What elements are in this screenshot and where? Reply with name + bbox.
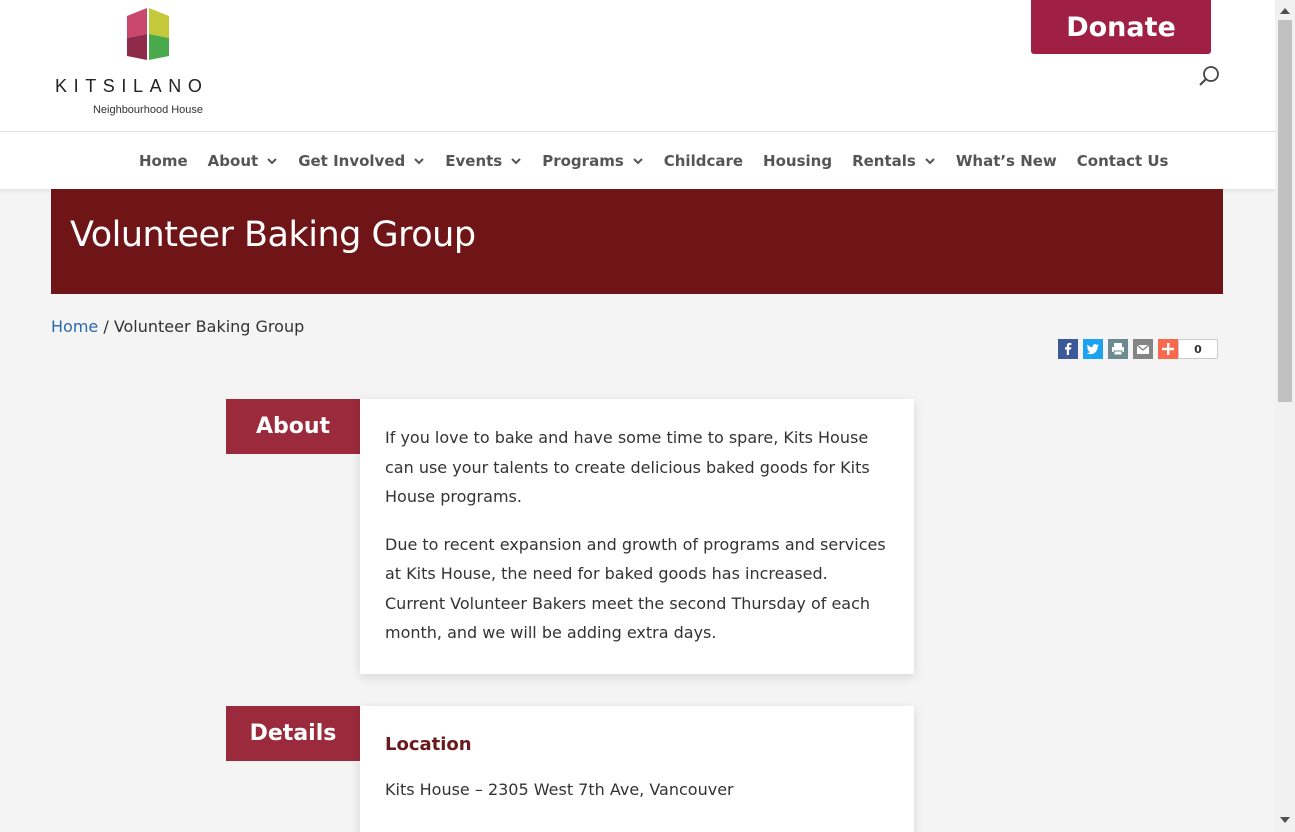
- location-heading: Location: [385, 734, 472, 755]
- breadcrumb: Home / Volunteer Baking Group: [51, 317, 304, 336]
- logo-subtitle: Neighbourhood House: [92, 104, 204, 116]
- nav-item-about[interactable]: About: [208, 152, 279, 170]
- nav-item-programs[interactable]: Programs: [542, 152, 644, 170]
- site-header: KITSILANO Neighbourhood House Donate: [0, 0, 1275, 132]
- twitter-icon[interactable]: [1083, 339, 1103, 359]
- nav-item-housing[interactable]: Housing: [763, 152, 832, 170]
- nav-item-childcare[interactable]: Childcare: [664, 152, 743, 170]
- details-card: Location Kits House – 2305 West 7th Ave,…: [360, 706, 914, 832]
- facebook-icon[interactable]: [1058, 339, 1078, 359]
- location-text: Kits House – 2305 West 7th Ave, Vancouve…: [385, 780, 734, 799]
- kits-house-logo-icon: [127, 8, 169, 60]
- logo-wordmark: KITSILANO: [55, 76, 209, 96]
- chevron-down-icon: [924, 155, 936, 167]
- about-section-label: About: [226, 399, 360, 454]
- nav-item-rentals[interactable]: Rentals: [852, 152, 936, 170]
- page-scrollbar[interactable]: [1275, 0, 1295, 832]
- nav-item-get-involved[interactable]: Get Involved: [298, 152, 425, 170]
- print-icon[interactable]: [1108, 339, 1128, 359]
- scroll-up-arrow-icon[interactable]: [1280, 8, 1290, 14]
- nav-item-whats-new[interactable]: What’s New: [956, 152, 1057, 170]
- page-title-banner: Volunteer Baking Group: [51, 189, 1223, 294]
- chevron-down-icon: [510, 155, 522, 167]
- share-bar: 0: [1058, 339, 1218, 359]
- nav-item-home[interactable]: Home: [139, 152, 188, 170]
- scroll-down-arrow-icon[interactable]: [1280, 817, 1290, 823]
- chevron-down-icon: [413, 155, 425, 167]
- about-card: If you love to bake and have some time t…: [360, 399, 914, 674]
- breadcrumb-separator: /: [98, 317, 114, 336]
- nav-item-events[interactable]: Events: [445, 152, 522, 170]
- about-paragraph: If you love to bake and have some time t…: [385, 428, 870, 506]
- chevron-down-icon: [266, 155, 278, 167]
- plus-icon[interactable]: [1158, 339, 1178, 359]
- about-paragraph: Due to recent expansion and growth of pr…: [385, 534, 886, 643]
- chevron-down-icon: [632, 155, 644, 167]
- donate-button[interactable]: Donate: [1031, 0, 1211, 54]
- main-nav: Home About Get Involved Events Programs …: [0, 132, 1275, 189]
- breadcrumb-home-link[interactable]: Home: [51, 317, 98, 336]
- breadcrumb-current: Volunteer Baking Group: [113, 317, 305, 336]
- site-logo[interactable]: KITSILANO Neighbourhood House: [55, 8, 245, 123]
- nav-item-contact-us[interactable]: Contact Us: [1077, 152, 1169, 170]
- share-count: 0: [1178, 339, 1218, 359]
- details-section-label: Details: [226, 706, 360, 761]
- nav-menu: Home About Get Involved Events Programs …: [139, 132, 1188, 189]
- email-icon[interactable]: [1133, 339, 1153, 359]
- page-title: Volunteer Baking Group: [70, 215, 476, 255]
- search-icon[interactable]: [1198, 64, 1222, 88]
- scrollbar-thumb[interactable]: [1278, 20, 1292, 402]
